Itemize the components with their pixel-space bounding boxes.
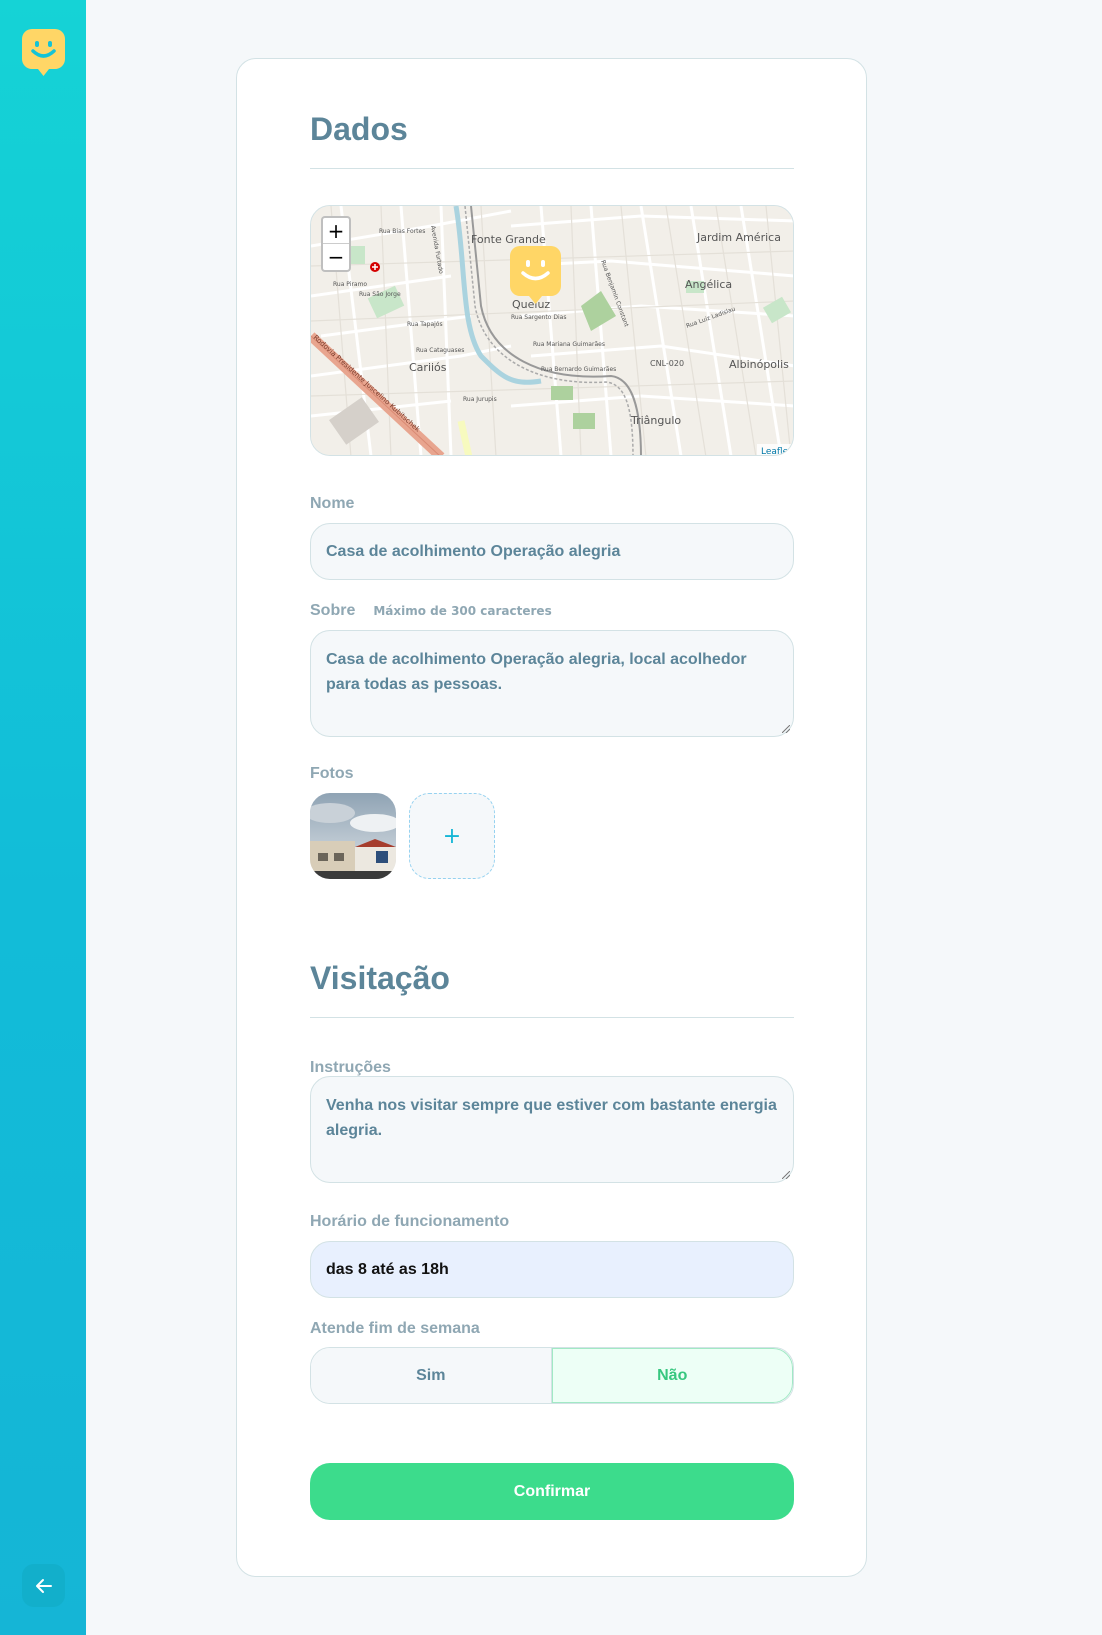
instrucoes-value: Venha nos visitar sempre que estiver com…: [326, 1097, 777, 1139]
happy-face-pin-icon[interactable]: [22, 29, 65, 77]
back-button[interactable]: [22, 1564, 65, 1607]
map-label: Rua Sargento Dias: [511, 314, 566, 321]
map-label: CNL-020: [650, 359, 684, 368]
sobre-label: Sobre: [310, 602, 356, 619]
horario-label: Horário de funcionamento: [310, 1213, 510, 1230]
divider: [310, 168, 794, 169]
map-label: Angélica: [685, 278, 732, 291]
horario-value: das 8 até as 18h: [326, 1260, 449, 1278]
instrucoes-label: Instruções: [310, 1059, 391, 1076]
nome-input[interactable]: Casa de acolhimento Operação alegria: [310, 523, 794, 580]
map-attribution[interactable]: Leaflet: [761, 447, 792, 456]
sobre-value: Casa de acolhimento Operação alegria, lo…: [326, 651, 747, 693]
sobre-textarea[interactable]: Casa de acolhimento Operação alegria, lo…: [310, 630, 794, 737]
arrow-left-icon: [35, 1578, 52, 1593]
map-label: Cariiós: [409, 361, 447, 374]
sidebar: [0, 0, 86, 1635]
map-label: Rua Bias Fortes: [379, 228, 425, 235]
map-label: Jardim América: [696, 231, 781, 244]
sim-button[interactable]: Sim: [311, 1348, 552, 1403]
map-label: Triângulo: [630, 414, 681, 427]
fim-de-semana-label: Atende fim de semana: [310, 1320, 480, 1337]
nome-label: Nome: [310, 495, 355, 512]
sobre-hint: Máximo de 300 caracteres: [373, 604, 552, 618]
divider: [310, 1017, 794, 1018]
horario-input[interactable]: das 8 até as 18h: [310, 1241, 794, 1298]
map-label: Rua Cataguases: [416, 347, 464, 354]
map-label: Rua Tapajós: [407, 321, 443, 328]
add-photo-button[interactable]: +: [409, 793, 495, 879]
zoom-in-button[interactable]: +: [323, 218, 349, 244]
photo-thumbnail[interactable]: [310, 793, 396, 879]
map-label: Fonte Grande: [471, 233, 546, 246]
map-label: Rua Jurupis: [463, 396, 497, 403]
map-tiles[interactable]: Fonte Grande Jardim América Angélica Que…: [311, 206, 794, 456]
fim-de-semana-toggle: Sim Não: [310, 1347, 794, 1404]
section-title-dados: Dados: [310, 111, 408, 147]
nome-value: Casa de acolhimento Operação alegria: [326, 542, 621, 560]
map-label: Rua Mariana Guimarães: [533, 341, 605, 348]
map-label: Albinópolis: [729, 358, 789, 371]
map-label: Queluz: [512, 298, 550, 311]
confirm-button[interactable]: Confirmar: [310, 1463, 794, 1520]
zoom-out-button[interactable]: −: [323, 244, 349, 270]
resize-handle-icon[interactable]: [782, 725, 790, 733]
instrucoes-textarea[interactable]: Venha nos visitar sempre que estiver com…: [310, 1076, 794, 1183]
map-label: Rua São Jorge: [359, 291, 401, 298]
map-marker-icon[interactable]: [510, 246, 561, 304]
map-zoom-control: + −: [321, 216, 351, 272]
nao-button[interactable]: Não: [551, 1348, 793, 1403]
map[interactable]: Fonte Grande Jardim América Angélica Que…: [310, 205, 794, 456]
form-card: Dados Fonte Grande Jardim América Angéli…: [236, 58, 867, 1577]
map-label: Rua Bernardo Guimarães: [541, 366, 616, 373]
fotos-label: Fotos: [310, 765, 354, 782]
section-title-visitacao: Visitação: [310, 960, 450, 996]
resize-handle-icon[interactable]: [782, 1171, 790, 1179]
plus-icon: +: [442, 823, 462, 849]
map-label: Rua Piramo: [333, 281, 367, 288]
sobre-label-row: Sobre Máximo de 300 caracteres: [310, 602, 794, 620]
